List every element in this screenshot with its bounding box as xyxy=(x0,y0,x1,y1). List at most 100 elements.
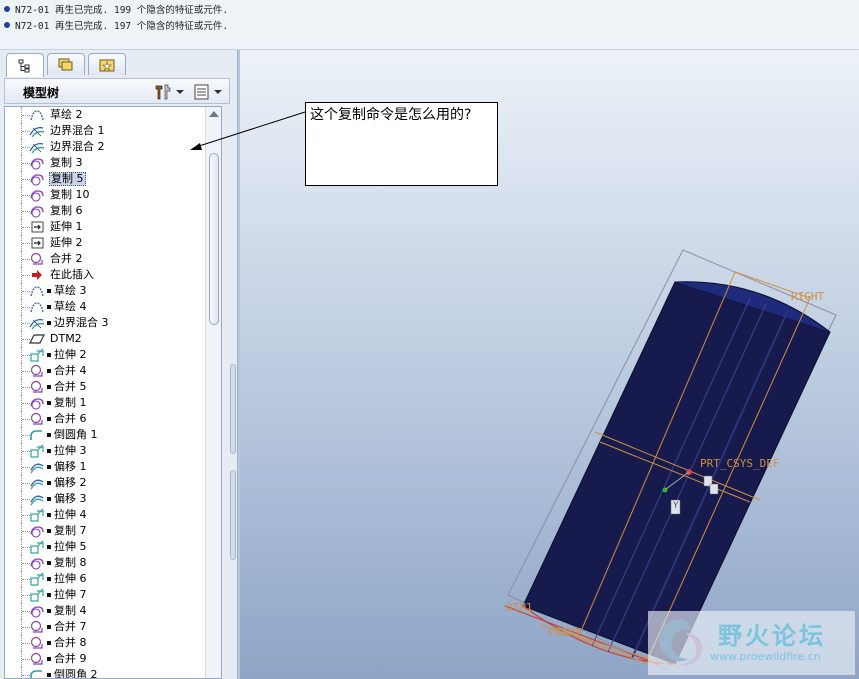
proewildfire-logo-icon xyxy=(659,619,703,666)
tree-item-label: 拉伸 7 xyxy=(54,588,87,601)
copy-icon xyxy=(29,524,45,538)
sketch-icon xyxy=(29,300,45,314)
post-insert-marker xyxy=(47,305,51,309)
tree-item[interactable]: 拉伸 5 xyxy=(5,539,203,555)
message-line: N72-01 再生已完成. 197 个隐含的特征或元件. xyxy=(4,18,228,32)
extend-icon xyxy=(29,220,45,234)
show-button[interactable] xyxy=(193,83,227,101)
sash-handle-upper[interactable] xyxy=(230,364,236,454)
tree-item[interactable]: 合并 8 xyxy=(5,635,203,651)
tree-item-label: 拉伸 4 xyxy=(54,508,87,521)
boundary-blend-icon xyxy=(29,316,45,330)
tree-item[interactable]: 边界混合 2 xyxy=(5,139,203,155)
tree-item[interactable]: 合并 2 xyxy=(5,251,203,267)
sketch-icon xyxy=(29,108,45,122)
scroll-up-icon[interactable] xyxy=(209,111,219,117)
tree-item[interactable]: 草绘 2 xyxy=(5,107,203,123)
tree-item-label: 拉伸 6 xyxy=(54,572,87,585)
tree-item[interactable]: DTM2 xyxy=(5,331,203,347)
tree-item[interactable]: 拉伸 3 xyxy=(5,443,203,459)
tree-item[interactable]: 合并 6 xyxy=(5,411,203,427)
tree-item[interactable]: 复制 8 xyxy=(5,555,203,571)
tree-item-label: 复制 10 xyxy=(50,188,90,201)
model-tree[interactable]: 草绘 2 边界混合 1 边界混合 2 复制 3 复制 5 复制 10 复制 6 延伸 1 延伸 … xyxy=(4,106,222,679)
post-insert-marker xyxy=(47,609,51,613)
tree-item[interactable]: 复制 1 xyxy=(5,395,203,411)
tree-item[interactable]: 复制 3 xyxy=(5,155,203,171)
tree-item[interactable]: 拉伸 7 xyxy=(5,587,203,603)
tree-item[interactable]: 延伸 2 xyxy=(5,235,203,251)
post-insert-marker xyxy=(47,641,51,645)
extend-icon xyxy=(29,236,45,250)
tree-item[interactable]: 拉伸 6 xyxy=(5,571,203,587)
extrude-icon xyxy=(29,444,45,458)
settings-button[interactable] xyxy=(153,83,187,101)
tab-folder-browser[interactable] xyxy=(47,53,85,75)
post-insert-marker xyxy=(47,353,51,357)
tree-item-label: 偏移 2 xyxy=(54,476,87,489)
tree-item-label: 合并 2 xyxy=(50,252,83,265)
tree-item-label: 复制 5 xyxy=(49,172,86,186)
post-insert-marker xyxy=(47,577,51,581)
chevron-down-icon xyxy=(176,90,184,94)
tree-item[interactable]: 合并 4 xyxy=(5,363,203,379)
tree-item[interactable]: 拉伸 4 xyxy=(5,507,203,523)
tab-favorites[interactable] xyxy=(88,53,126,75)
tree-item[interactable]: 偏移 3 xyxy=(5,491,203,507)
tree-item-label: 偏移 3 xyxy=(54,492,87,505)
tree-item-label: 边界混合 2 xyxy=(50,140,105,153)
tree-item[interactable]: 复制 6 xyxy=(5,203,203,219)
extrude-icon xyxy=(29,508,45,522)
tree-item[interactable]: 倒圆角 1 xyxy=(5,427,203,443)
tree-item[interactable]: 合并 5 xyxy=(5,379,203,395)
post-insert-marker xyxy=(47,465,51,469)
merge-icon xyxy=(29,364,45,378)
extrude-icon xyxy=(29,540,45,554)
tree-item-label: 拉伸 2 xyxy=(54,348,87,361)
list-icon xyxy=(194,84,209,100)
tree-item[interactable]: 边界混合 3 xyxy=(5,315,203,331)
copy-icon xyxy=(29,556,45,570)
copy-icon xyxy=(29,604,45,618)
tree-item[interactable]: 偏移 2 xyxy=(5,475,203,491)
tree-item-label: 复制 3 xyxy=(50,156,83,169)
favorites-icon xyxy=(99,59,115,71)
sash-handle-lower[interactable] xyxy=(230,470,236,560)
merge-icon xyxy=(29,252,45,266)
merge-icon xyxy=(29,652,45,666)
copy-icon xyxy=(29,204,45,218)
tree-item[interactable]: 复制 10 xyxy=(5,187,203,203)
tree-item[interactable]: 复制 7 xyxy=(5,523,203,539)
post-insert-marker xyxy=(47,321,51,325)
tree-item[interactable]: 偏移 1 xyxy=(5,459,203,475)
tree-item[interactable]: 复制 4 xyxy=(5,603,203,619)
csys-label: PRT_CSYS_DEF xyxy=(700,457,780,470)
tree-scrollbar[interactable] xyxy=(205,107,221,678)
tree-item-label: 合并 8 xyxy=(54,636,87,649)
merge-icon xyxy=(29,636,45,650)
tree-item[interactable]: 草绘 3 xyxy=(5,283,203,299)
tree-item[interactable]: 合并 7 xyxy=(5,619,203,635)
tab-model-tree[interactable] xyxy=(6,53,44,77)
tree-item[interactable]: 拉伸 2 xyxy=(5,347,203,363)
post-insert-marker xyxy=(47,657,51,661)
round-icon xyxy=(29,428,45,442)
tree-item-label: 合并 4 xyxy=(54,364,87,377)
post-insert-marker xyxy=(47,529,51,533)
tree-item[interactable]: 在此插入 xyxy=(5,267,203,283)
tree-item[interactable]: 草绘 4 xyxy=(5,299,203,315)
tree-item-label: 复制 6 xyxy=(50,204,83,217)
scroll-thumb[interactable] xyxy=(209,153,219,325)
tree-item[interactable]: 延伸 1 xyxy=(5,219,203,235)
post-insert-marker xyxy=(47,369,51,373)
merge-icon xyxy=(29,620,45,634)
tree-item[interactable]: 倒圆角 2 xyxy=(5,667,203,678)
post-insert-marker xyxy=(47,433,51,437)
post-insert-marker xyxy=(47,673,51,677)
message-area: N72-01 再生已完成. 199 个隐含的特征或元件. N72-01 再生已完… xyxy=(0,0,859,50)
tree-item[interactable]: 复制 5 xyxy=(5,171,203,187)
tree-item[interactable]: 边界混合 1 xyxy=(5,123,203,139)
tree-item-label: 合并 7 xyxy=(54,620,87,633)
tree-item-label: 边界混合 1 xyxy=(50,124,105,137)
tree-item[interactable]: 合并 9 xyxy=(5,651,203,667)
